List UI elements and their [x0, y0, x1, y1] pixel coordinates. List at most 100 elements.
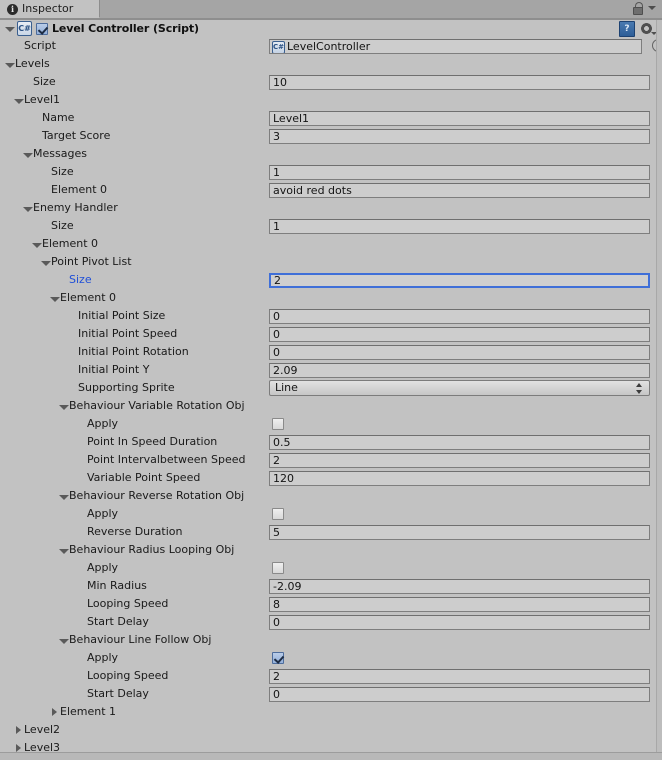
foldout-open-icon[interactable]	[22, 203, 33, 214]
component-header-level-controller[interactable]: C# Level Controller (Script) ?	[0, 20, 662, 37]
foldout-open-icon[interactable]	[58, 401, 69, 412]
input-point-intervalbetween-speed[interactable]: 2	[269, 452, 650, 468]
checkbox-apply[interactable]	[272, 508, 284, 520]
row-indent-spacer	[0, 100, 13, 101]
input-element-0[interactable]: avoid red dots	[269, 182, 650, 198]
object-field-script[interactable]: C# LevelController	[269, 38, 642, 54]
foldout-open-icon[interactable]	[4, 59, 15, 70]
property-label: Element 0	[60, 291, 117, 304]
foldout-open-icon[interactable]	[13, 95, 24, 106]
row-indent-spacer	[0, 586, 76, 587]
property-row-behaviour-reverse-rotation-obj: Behaviour Reverse Rotation Obj	[0, 487, 662, 505]
vertical-scrollbar[interactable]	[656, 20, 662, 755]
foldout-closed-icon[interactable]	[13, 725, 24, 736]
row-indent-spacer	[0, 712, 49, 713]
property-row-point-intervalbetween-speed: Point Intervalbetween Speed 2	[0, 451, 662, 469]
component-header-actions: ?	[619, 21, 657, 37]
foldout-open-icon[interactable]	[22, 149, 33, 160]
foldout-none-icon	[13, 41, 24, 52]
foldout-none-icon	[67, 329, 78, 340]
foldout-open-icon[interactable]	[49, 293, 60, 304]
input-initial-point-y[interactable]: 2.09	[269, 362, 650, 378]
help-book-icon[interactable]: ?	[619, 21, 635, 37]
input-initial-point-size[interactable]: 0	[269, 308, 650, 324]
property-row-name: Name Level1	[0, 109, 662, 127]
property-row-element-1: Element 1	[0, 703, 662, 721]
property-label: Initial Point Size	[78, 309, 166, 322]
input-size[interactable]: 2	[269, 272, 650, 288]
row-indent-spacer	[0, 694, 76, 695]
row-indent-spacer	[0, 388, 67, 389]
row-indent-spacer	[0, 568, 76, 569]
input-point-in-speed-duration[interactable]: 0.5	[269, 434, 650, 450]
input-looping-speed[interactable]: 2	[269, 668, 650, 684]
input-min-radius[interactable]: -2.09	[269, 578, 650, 594]
foldout-open-icon[interactable]	[58, 491, 69, 502]
property-row-supporting-sprite: Supporting Sprite Line	[0, 379, 662, 397]
row-indent-spacer	[0, 496, 58, 497]
input-start-delay[interactable]: 0	[269, 686, 650, 702]
checkbox-apply[interactable]	[272, 652, 284, 664]
row-indent-spacer	[0, 676, 76, 677]
property-label: Behaviour Reverse Rotation Obj	[69, 489, 245, 502]
input-reverse-duration[interactable]: 5	[269, 524, 650, 540]
field-value: 0	[273, 309, 280, 323]
row-indent-spacer	[0, 532, 76, 533]
padlock-open-icon[interactable]	[633, 2, 643, 15]
gear-icon[interactable]	[641, 22, 657, 36]
foldout-closed-icon[interactable]	[49, 707, 60, 718]
row-indent-spacer	[0, 280, 58, 281]
input-size[interactable]: 1	[269, 164, 650, 180]
input-name[interactable]: Level1	[269, 110, 650, 126]
input-initial-point-speed[interactable]: 0	[269, 326, 650, 342]
property-label: Name	[42, 111, 75, 124]
input-start-delay[interactable]: 0	[269, 614, 650, 630]
row-indent-spacer	[0, 478, 76, 479]
row-indent-spacer	[0, 334, 67, 335]
property-row-apply: Apply	[0, 649, 662, 667]
foldout-none-icon	[76, 437, 87, 448]
field-value: 3	[273, 129, 280, 143]
input-target-score[interactable]: 3	[269, 128, 650, 144]
foldout-open-icon[interactable]	[31, 239, 42, 250]
property-row-initial-point-rotation: Initial Point Rotation 0	[0, 343, 662, 361]
property-row-start-delay: Start Delay 0	[0, 685, 662, 703]
foldout-none-icon	[40, 221, 51, 232]
info-circle-icon: i	[7, 4, 18, 15]
property-label: Initial Point Y	[78, 363, 150, 376]
row-indent-spacer	[0, 154, 22, 155]
checkbox-apply[interactable]	[272, 562, 284, 574]
row-indent-spacer	[0, 370, 67, 371]
input-variable-point-speed[interactable]: 120	[269, 470, 650, 486]
property-row-size: Size 1	[0, 163, 662, 181]
dropdown-supporting-sprite[interactable]: Line	[269, 380, 650, 396]
property-row-size: Size 10	[0, 73, 662, 91]
row-indent-spacer	[0, 604, 76, 605]
row-indent-spacer	[0, 442, 76, 443]
row-indent-spacer	[0, 172, 40, 173]
property-row-apply: Apply	[0, 559, 662, 577]
chevron-down-icon[interactable]	[648, 6, 656, 10]
input-looping-speed[interactable]: 8	[269, 596, 650, 612]
dropdown-value: Line	[275, 381, 298, 394]
component-title: Level Controller (Script)	[52, 22, 199, 35]
input-size[interactable]: 10	[269, 74, 650, 90]
field-value: 0.5	[273, 435, 291, 449]
property-row-element-0: Element 0	[0, 289, 662, 307]
property-label: Reverse Duration	[87, 525, 183, 538]
property-label: Behaviour Variable Rotation Obj	[69, 399, 245, 412]
component-foldout-icon[interactable]	[4, 23, 15, 34]
field-value: 0	[273, 615, 280, 629]
row-indent-spacer	[0, 550, 58, 551]
tab-inspector[interactable]: i Inspector	[0, 0, 100, 18]
foldout-open-icon[interactable]	[58, 635, 69, 646]
foldout-open-icon[interactable]	[40, 257, 51, 268]
input-initial-point-rotation[interactable]: 0	[269, 344, 650, 360]
foldout-open-icon[interactable]	[58, 545, 69, 556]
input-size[interactable]: 1	[269, 218, 650, 234]
component-enabled-checkbox[interactable]	[36, 22, 48, 35]
checkbox-apply[interactable]	[272, 418, 284, 430]
horizontal-scrollbar[interactable]	[0, 752, 662, 760]
property-row-point-pivot-list: Point Pivot List	[0, 253, 662, 271]
property-label: Script	[24, 39, 56, 52]
